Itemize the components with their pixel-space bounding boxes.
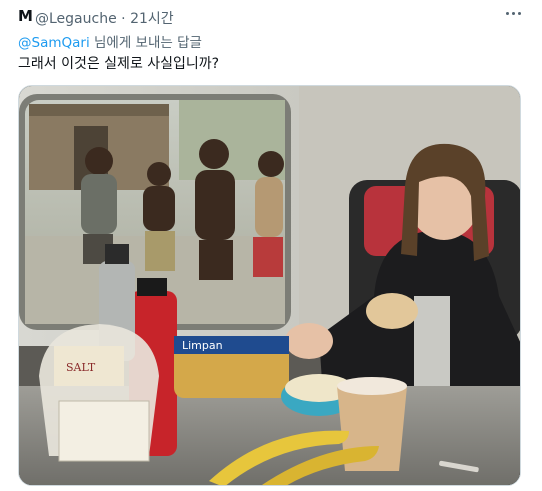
tweet-photo[interactable]: Limpan SALT	[18, 85, 521, 486]
bread-bag-label: Limpan	[182, 339, 223, 352]
tweet-header: M @Legauche · 21시간	[0, 0, 542, 30]
tweet-text: 그래서 이것은 실제로 사실입니까?	[18, 56, 220, 72]
reply-suffix: 님에게 보내는 답글	[94, 35, 202, 51]
more-horizontal-icon[interactable]	[506, 10, 522, 16]
train-photo-illustration: Limpan SALT	[19, 86, 520, 485]
author-handle[interactable]: @Legauche	[35, 11, 117, 27]
tweet-timestamp[interactable]: 21시간	[130, 11, 174, 27]
author-meta: @Legauche · 21시간	[35, 8, 174, 28]
reply-context: @SamQari 님에게 보내는 답글	[18, 31, 202, 51]
author-name[interactable]: M	[18, 7, 33, 25]
cracker-box: SALT	[39, 324, 159, 462]
meta-separator: ·	[121, 11, 126, 27]
reply-mention-link[interactable]: @SamQari	[18, 35, 90, 51]
cracker-box-label: SALT	[66, 361, 96, 374]
bread-bag: Limpan	[174, 336, 289, 398]
